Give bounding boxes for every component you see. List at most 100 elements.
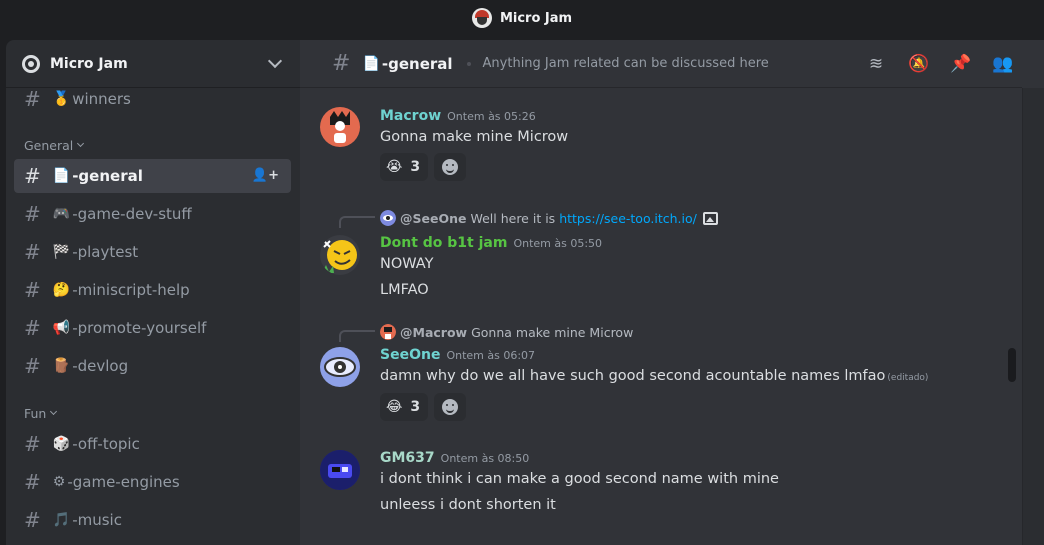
add-reaction-button[interactable] bbox=[434, 153, 466, 181]
reply-avatar bbox=[380, 210, 396, 226]
channel-label: -music bbox=[72, 511, 122, 529]
message-timestamp: Ontem às 05:26 bbox=[447, 110, 536, 123]
guild-header[interactable]: Micro Jam bbox=[6, 40, 300, 88]
reply-preview[interactable]: @SeeOne Well here it is https://see-too.… bbox=[380, 210, 718, 226]
edited-tag: (editado) bbox=[887, 373, 929, 383]
channel-miniscript-help[interactable]: # 🤔 -miniscript-help bbox=[14, 273, 291, 307]
message-author[interactable]: SeeOne Ontem às 06:07 bbox=[380, 347, 535, 363]
pin-icon[interactable]: 📌 bbox=[950, 54, 971, 74]
channel-topic[interactable]: Anything Jam related can be discussed he… bbox=[483, 56, 769, 71]
message-text: i dont think i can make a good second na… bbox=[380, 471, 779, 487]
avatar-image bbox=[324, 357, 356, 377]
reply-spine bbox=[339, 330, 375, 342]
gamepad-icon: 🎮 bbox=[52, 206, 71, 222]
guild-icon bbox=[22, 54, 40, 73]
medal-icon: 🥇 bbox=[52, 91, 71, 107]
avatar[interactable] bbox=[320, 347, 360, 387]
category-label: General bbox=[24, 138, 74, 153]
hash-icon: # bbox=[24, 508, 41, 532]
invite-user-icon[interactable]: 👤+ bbox=[252, 168, 279, 183]
channel-game-dev-stuff[interactable]: # 🎮 -game-dev-stuff bbox=[14, 197, 291, 231]
threads-icon[interactable]: ≋ bbox=[866, 54, 886, 74]
reply-spine bbox=[339, 216, 375, 228]
chevron-down-icon[interactable] bbox=[267, 53, 283, 68]
message-text: NOWAY bbox=[380, 256, 434, 272]
message-author[interactable]: Macrow Ontem às 05:26 bbox=[380, 108, 536, 124]
title-bar: Micro Jam bbox=[0, 0, 1044, 36]
channel-game-engines[interactable]: # ⚙ -game-engines bbox=[14, 465, 291, 499]
mute-bell-icon[interactable]: 🔕 bbox=[908, 54, 929, 74]
scrollbar-thumb[interactable] bbox=[1008, 348, 1016, 382]
channel-general[interactable]: # 📄 -general 👤+ bbox=[14, 159, 291, 193]
thinking-face-icon: 🤔 bbox=[52, 282, 71, 298]
hash-icon: # bbox=[24, 432, 41, 456]
reply-mention[interactable]: @SeeOne bbox=[400, 211, 466, 226]
reaction-button[interactable]: 😂 3 bbox=[380, 393, 428, 421]
message-author[interactable]: Dont do b1t jam Ontem às 05:50 bbox=[380, 235, 602, 251]
channel-winners[interactable]: # 🥇 winners bbox=[14, 82, 291, 116]
chat-area: # 📄 -general Anything Jam related can be… bbox=[300, 40, 1044, 545]
reply-avatar bbox=[380, 324, 396, 340]
image-icon bbox=[702, 211, 718, 225]
author-name[interactable]: Dont do b1t jam bbox=[380, 235, 507, 251]
chevron-down-icon bbox=[50, 407, 58, 416]
reply-link[interactable]: https://see-too.itch.io/ bbox=[559, 211, 697, 226]
channel-promote-yourself[interactable]: # 📢 -promote-yourself bbox=[14, 311, 291, 345]
dice-icon: 🎲 bbox=[52, 436, 71, 452]
divider-dot bbox=[466, 61, 471, 66]
category-general[interactable]: General bbox=[24, 138, 85, 153]
page-icon: 📄 bbox=[52, 168, 71, 184]
channel-label: -playtest bbox=[72, 243, 139, 261]
category-label: Fun bbox=[24, 406, 47, 421]
channel-label: -general bbox=[72, 167, 143, 185]
crying-face-icon: 😭 bbox=[386, 159, 403, 175]
smiley-icon bbox=[442, 159, 458, 175]
reply-preview[interactable]: @Macrow Gonna make mine Microw bbox=[380, 324, 633, 340]
message-text: LMFAO bbox=[380, 282, 429, 298]
author-name[interactable]: GM637 bbox=[380, 450, 435, 466]
hash-icon: # bbox=[24, 164, 41, 188]
reply-mention[interactable]: @Macrow bbox=[400, 325, 467, 340]
hash-icon: # bbox=[24, 354, 41, 378]
hash-icon: # bbox=[24, 87, 41, 111]
member-list-panel bbox=[1022, 88, 1044, 545]
music-note-icon: 🎵 bbox=[52, 512, 71, 528]
channel-label: -miniscript-help bbox=[72, 281, 190, 299]
add-reaction-button[interactable] bbox=[434, 393, 466, 421]
message-text-content: damn why do we all have such good second… bbox=[380, 368, 886, 384]
avatar[interactable] bbox=[320, 107, 360, 147]
category-fun[interactable]: Fun bbox=[24, 406, 58, 421]
hash-icon: # bbox=[332, 51, 351, 76]
channel-label: -game-dev-stuff bbox=[72, 205, 192, 223]
window-title: Micro Jam bbox=[499, 10, 573, 26]
megaphone-icon: 📢 bbox=[52, 320, 71, 336]
message-text: Gonna make mine Microw bbox=[380, 129, 569, 145]
log-icon: 🪵 bbox=[52, 358, 71, 374]
channel-devlog[interactable]: # 🪵 -devlog bbox=[14, 349, 291, 383]
channel-label: -devlog bbox=[72, 357, 129, 375]
reaction-count: 3 bbox=[410, 159, 421, 175]
channel-label: -game-engines bbox=[67, 473, 180, 491]
message-author[interactable]: GM637 Ontem às 08:50 bbox=[380, 450, 529, 466]
hash-icon: # bbox=[24, 278, 41, 302]
message-text: damn why do we all have such good second… bbox=[380, 368, 928, 384]
channel-label: winners bbox=[72, 90, 131, 108]
tears-of-joy-icon: 😂 bbox=[386, 399, 403, 415]
app-logo-icon bbox=[471, 8, 492, 28]
channel-off-topic[interactable]: # 🎲 -off-topic bbox=[14, 427, 291, 461]
channel-label: -promote-yourself bbox=[72, 319, 207, 337]
reply-text: Well here it is bbox=[470, 210, 556, 226]
channel-playtest[interactable]: # 🏁 -playtest bbox=[14, 235, 291, 269]
channel-label: -off-topic bbox=[72, 435, 140, 453]
avatar-image bbox=[322, 240, 357, 273]
author-name[interactable]: Macrow bbox=[380, 108, 441, 124]
smiley-icon bbox=[442, 399, 458, 415]
author-name[interactable]: SeeOne bbox=[380, 347, 440, 363]
message-timestamp: Ontem às 06:07 bbox=[446, 349, 536, 362]
avatar[interactable] bbox=[320, 450, 360, 490]
channel-music[interactable]: # 🎵 -music bbox=[14, 503, 291, 537]
hash-icon: # bbox=[24, 202, 41, 226]
members-icon[interactable]: 👥 bbox=[992, 54, 1013, 74]
avatar[interactable] bbox=[320, 235, 360, 275]
reaction-button[interactable]: 😭 3 bbox=[380, 153, 428, 181]
